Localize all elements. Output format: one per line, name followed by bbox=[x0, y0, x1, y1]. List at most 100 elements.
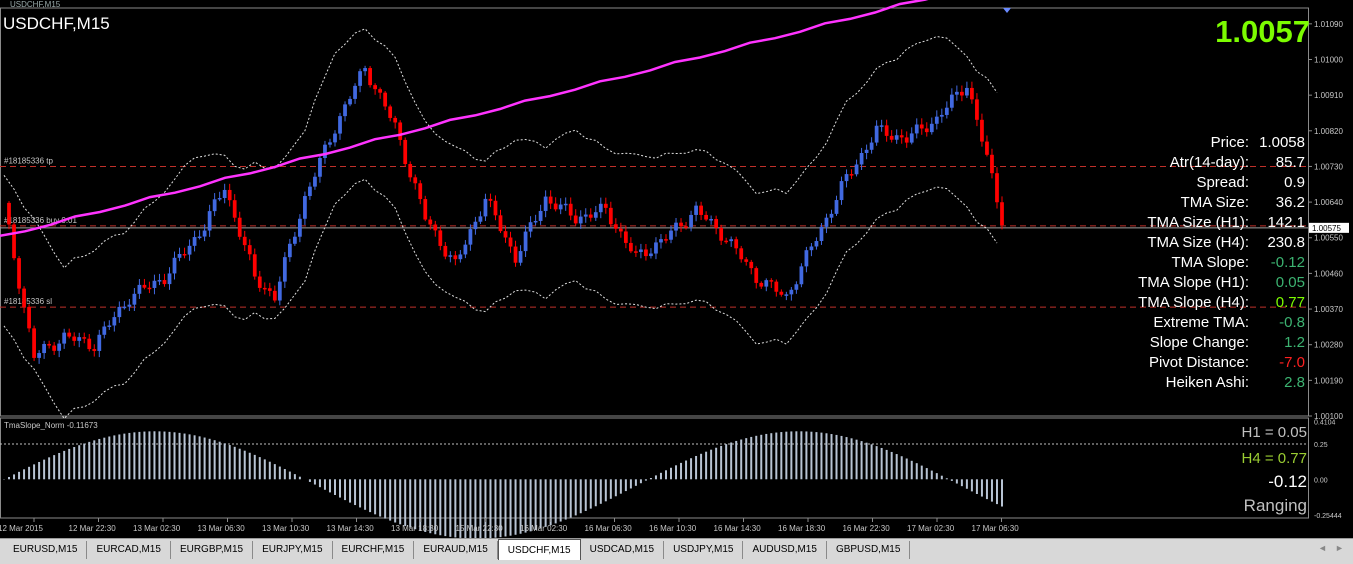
candle-body bbox=[7, 202, 11, 225]
candle-body bbox=[959, 91, 964, 96]
time-axis-label: 13 Mar 10:30 bbox=[262, 524, 310, 533]
candle-body bbox=[37, 353, 41, 358]
time-axis-label: 13 Mar 18:30 bbox=[391, 524, 439, 533]
scroll-left-icon[interactable]: ◄ bbox=[1318, 543, 1327, 553]
tab-eurchf-m15[interactable]: EURCHF,M15 bbox=[333, 541, 415, 559]
candle-body bbox=[17, 258, 21, 289]
candle-body bbox=[338, 116, 342, 134]
candle-body bbox=[458, 254, 463, 260]
candle-body bbox=[538, 210, 543, 221]
price-axis-label: 1.00460 bbox=[1314, 269, 1343, 278]
symbol-timeframe-label: USDCHF,M15 bbox=[3, 14, 110, 33]
candle-body bbox=[247, 245, 252, 255]
candle-body bbox=[754, 268, 759, 283]
tab-usdcad-m15[interactable]: USDCAD,M15 bbox=[581, 541, 665, 559]
candle-body bbox=[112, 317, 117, 326]
candle-body bbox=[970, 87, 974, 100]
chart-area[interactable]: 1.01090 1.01000 1.00910 1.00820 1.00730 1.006… bbox=[0, 0, 1353, 539]
candle-body bbox=[388, 106, 393, 118]
candle-body bbox=[463, 244, 468, 255]
stat-value: 0.05 bbox=[1275, 274, 1305, 291]
trend-line bbox=[0, 0, 929, 238]
candle-body bbox=[924, 128, 929, 133]
candle-body bbox=[298, 218, 302, 237]
candle-body bbox=[939, 114, 944, 117]
tab-usdchf-m15[interactable]: USDCHF,M15 bbox=[497, 539, 581, 560]
candle-body bbox=[965, 87, 969, 96]
candle-body bbox=[217, 197, 222, 200]
stat-value: 0.9 bbox=[1284, 174, 1305, 191]
candle-body bbox=[368, 68, 372, 86]
time-axis-label: 16 Mar 06:30 bbox=[585, 524, 633, 533]
stat-label: TMA Slope: bbox=[1171, 254, 1249, 271]
tab-eurusd-m15[interactable]: EURUSD,M15 bbox=[4, 541, 88, 559]
stat-value: 1.2 bbox=[1284, 334, 1305, 351]
symbol-tab-bar: EURUSD,M15 EURCAD,M15 EURGBP,M15 EURJPY,M15… bbox=[0, 538, 1353, 564]
candle-body bbox=[122, 306, 127, 309]
candle-body bbox=[137, 284, 142, 294]
candle-body bbox=[343, 104, 347, 117]
tab-eurgbp-m15[interactable]: EURGBP,M15 bbox=[171, 541, 254, 559]
stat-row: Heiken Ashi: 2.8 bbox=[1060, 373, 1305, 393]
candle-body bbox=[398, 122, 403, 140]
candle-body bbox=[92, 349, 97, 351]
tab-euraud-m15[interactable]: EURAUD,M15 bbox=[414, 541, 498, 559]
candle-body bbox=[403, 139, 408, 165]
candle-body bbox=[563, 203, 568, 206]
candle-body bbox=[689, 214, 693, 227]
candle-body bbox=[72, 336, 77, 341]
candle-body bbox=[1000, 202, 1004, 226]
candle-body bbox=[32, 328, 36, 358]
candle-body bbox=[649, 253, 653, 257]
candle-body bbox=[975, 99, 979, 120]
candle-body bbox=[207, 211, 212, 231]
stat-value: 85.7 bbox=[1275, 154, 1305, 171]
candle-body bbox=[593, 212, 598, 218]
candle-body bbox=[428, 219, 433, 225]
window-tiny-title: USDCHF,M15 bbox=[10, 0, 61, 9]
candle-body bbox=[303, 196, 307, 219]
candle-body bbox=[488, 198, 493, 201]
stat-value: 142.1 bbox=[1267, 214, 1305, 231]
candle-body bbox=[262, 287, 267, 290]
time-axis-label: 12 Mar 2015 bbox=[0, 524, 43, 533]
stat-value: -0.12 bbox=[1270, 254, 1305, 271]
candle-body bbox=[102, 326, 107, 335]
candle-body bbox=[418, 183, 423, 200]
candle-body bbox=[172, 257, 177, 274]
candle-body bbox=[985, 141, 989, 155]
time-axis-label: 16 Mar 10:30 bbox=[649, 524, 697, 533]
current-price-tag-label: 1.00575 bbox=[1312, 224, 1341, 233]
candle-body bbox=[639, 249, 643, 252]
tab-eurjpy-m15[interactable]: EURJPY,M15 bbox=[253, 541, 333, 559]
tab-audusd-m15[interactable]: AUDUSD,M15 bbox=[743, 541, 827, 559]
candle-body bbox=[980, 119, 984, 142]
scroll-right-icon[interactable]: ► bbox=[1335, 543, 1344, 553]
tab-gbpusd-m15[interactable]: GBPUSD,M15 bbox=[827, 541, 911, 559]
candle-body bbox=[809, 246, 814, 251]
stat-row: Atr(14-day): 85.7 bbox=[1060, 153, 1305, 173]
price-axis-label: 1.00190 bbox=[1314, 376, 1343, 385]
candle-body bbox=[328, 142, 332, 145]
time-axis-label: 16 Mar 14:30 bbox=[714, 524, 762, 533]
candle-body bbox=[478, 216, 483, 222]
indicator-axis-label: 0.25 bbox=[1314, 442, 1328, 449]
stat-row: Pivot Distance: -7.0 bbox=[1060, 353, 1305, 373]
tab-eurcad-m15[interactable]: EURCAD,M15 bbox=[87, 541, 171, 559]
candle-body bbox=[929, 123, 934, 133]
candle-body bbox=[704, 214, 708, 220]
candle-body bbox=[919, 124, 924, 129]
candle-body bbox=[62, 332, 67, 344]
candle-body bbox=[12, 224, 16, 259]
candle-body bbox=[759, 282, 764, 287]
candle-body bbox=[353, 85, 357, 99]
candle-body bbox=[874, 125, 879, 143]
tab-usdjpy-m15[interactable]: USDJPY,M15 bbox=[664, 541, 744, 559]
candle-body bbox=[684, 226, 688, 228]
candle-body bbox=[167, 273, 172, 285]
candle-body bbox=[819, 226, 824, 242]
candle-body bbox=[729, 239, 734, 242]
candle-body bbox=[543, 196, 548, 211]
price-axis-label: 1.00280 bbox=[1314, 341, 1343, 350]
candle-body bbox=[448, 255, 453, 257]
